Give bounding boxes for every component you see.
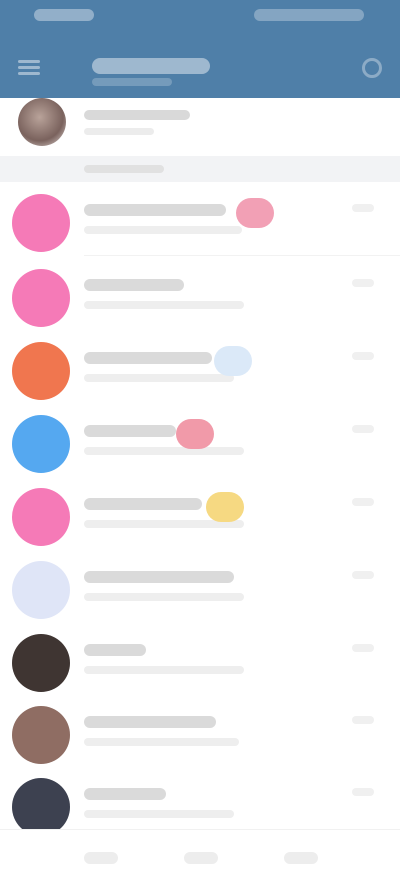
chat-name <box>84 498 202 510</box>
section-label <box>84 165 164 173</box>
pinned-chat-row[interactable] <box>0 98 400 156</box>
chat-row[interactable] <box>0 257 400 331</box>
avatar <box>12 706 70 764</box>
chat-row[interactable] <box>0 694 400 768</box>
status-icons <box>254 9 364 21</box>
chat-time <box>352 571 374 579</box>
avatar <box>12 342 70 400</box>
last-message-preview <box>84 374 234 382</box>
badge <box>206 492 244 522</box>
nav-item[interactable] <box>84 852 118 864</box>
last-message-preview <box>84 593 244 601</box>
avatar <box>12 488 70 546</box>
status-time <box>34 9 94 21</box>
chat-time <box>352 425 374 433</box>
chat-name <box>84 788 166 800</box>
pinned-chat-meta <box>84 128 154 135</box>
chat-name <box>84 352 212 364</box>
menu-icon[interactable] <box>18 60 40 76</box>
section-divider <box>0 156 400 182</box>
last-message-preview <box>84 666 244 674</box>
bottom-navigation <box>0 829 400 889</box>
chat-time <box>352 788 374 796</box>
menu-icon-line <box>18 72 40 75</box>
menu-icon-line <box>18 60 40 63</box>
chat-time <box>352 352 374 360</box>
badge <box>236 198 274 228</box>
avatar <box>12 561 70 619</box>
chat-time <box>352 279 374 287</box>
avatar <box>12 194 70 252</box>
nav-item[interactable] <box>184 852 218 864</box>
header-subtitle <box>92 78 172 86</box>
search-icon[interactable] <box>362 58 382 78</box>
chat-name <box>84 644 146 656</box>
pinned-chat-name <box>84 110 190 120</box>
avatar <box>18 98 66 146</box>
chat-time <box>352 716 374 724</box>
chat-row[interactable] <box>0 622 400 696</box>
last-message-preview <box>84 447 244 455</box>
nav-item[interactable] <box>284 852 318 864</box>
avatar <box>12 634 70 692</box>
chat-time <box>352 644 374 652</box>
chat-name <box>84 425 176 437</box>
chat-row[interactable] <box>0 330 400 404</box>
app-header <box>0 40 400 98</box>
chat-name <box>84 279 184 291</box>
badge <box>214 346 252 376</box>
menu-icon-line <box>18 66 40 69</box>
chat-name <box>84 571 234 583</box>
chat-name <box>84 716 216 728</box>
chat-row[interactable] <box>0 403 400 477</box>
header-title <box>92 58 210 74</box>
chat-name <box>84 204 226 216</box>
last-message-preview <box>84 226 242 234</box>
chat-row[interactable] <box>0 476 400 550</box>
avatar <box>12 415 70 473</box>
chat-row[interactable] <box>0 549 400 623</box>
last-message-preview <box>84 301 244 309</box>
avatar <box>12 269 70 327</box>
chat-time <box>352 204 374 212</box>
chat-row[interactable] <box>0 182 400 256</box>
avatar <box>12 778 70 836</box>
chat-time <box>352 498 374 506</box>
status-bar <box>0 0 400 40</box>
last-message-preview <box>84 738 239 746</box>
badge <box>176 419 214 449</box>
last-message-preview <box>84 810 234 818</box>
